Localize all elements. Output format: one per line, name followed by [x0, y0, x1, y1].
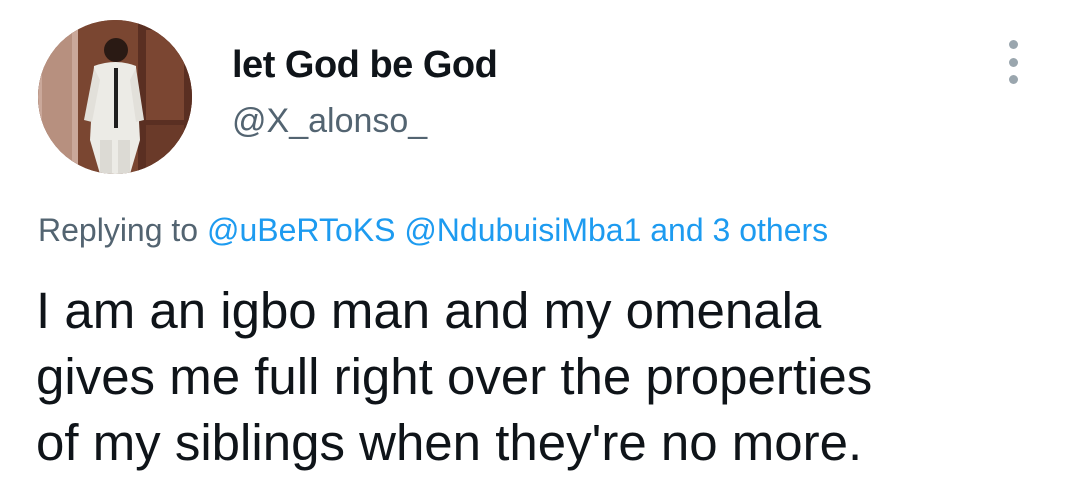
others-link[interactable]: and 3 others	[650, 212, 828, 248]
replying-to-line: Replying to @uBeRToKS @NdubuisiMba1 and …	[38, 212, 828, 249]
replying-prefix: Replying to	[38, 212, 199, 248]
tweet-text-line: gives me full right over the properties	[36, 348, 873, 405]
mention-link[interactable]: @uBeRToKS	[207, 212, 395, 248]
more-icon-dot	[1008, 40, 1018, 49]
tweet-text: I am an igbo man and my omenala gives me…	[36, 278, 1046, 476]
mention-link[interactable]: @NdubuisiMba1	[404, 212, 641, 248]
tweet-text-line: of my siblings when they're no more.	[36, 414, 863, 471]
avatar[interactable]	[38, 20, 192, 174]
tweet-card: let God be God @X_alonso_ Replying to @u…	[0, 0, 1073, 490]
more-icon-dot	[1008, 75, 1018, 84]
more-options-button[interactable]	[996, 40, 1030, 84]
more-icon-dot	[1008, 57, 1018, 67]
display-name[interactable]: let God be God	[232, 44, 498, 87]
user-handle[interactable]: @X_alonso_	[232, 102, 427, 141]
avatar-photo	[38, 20, 192, 174]
tweet-text-line: I am an igbo man and my omenala	[36, 282, 822, 339]
